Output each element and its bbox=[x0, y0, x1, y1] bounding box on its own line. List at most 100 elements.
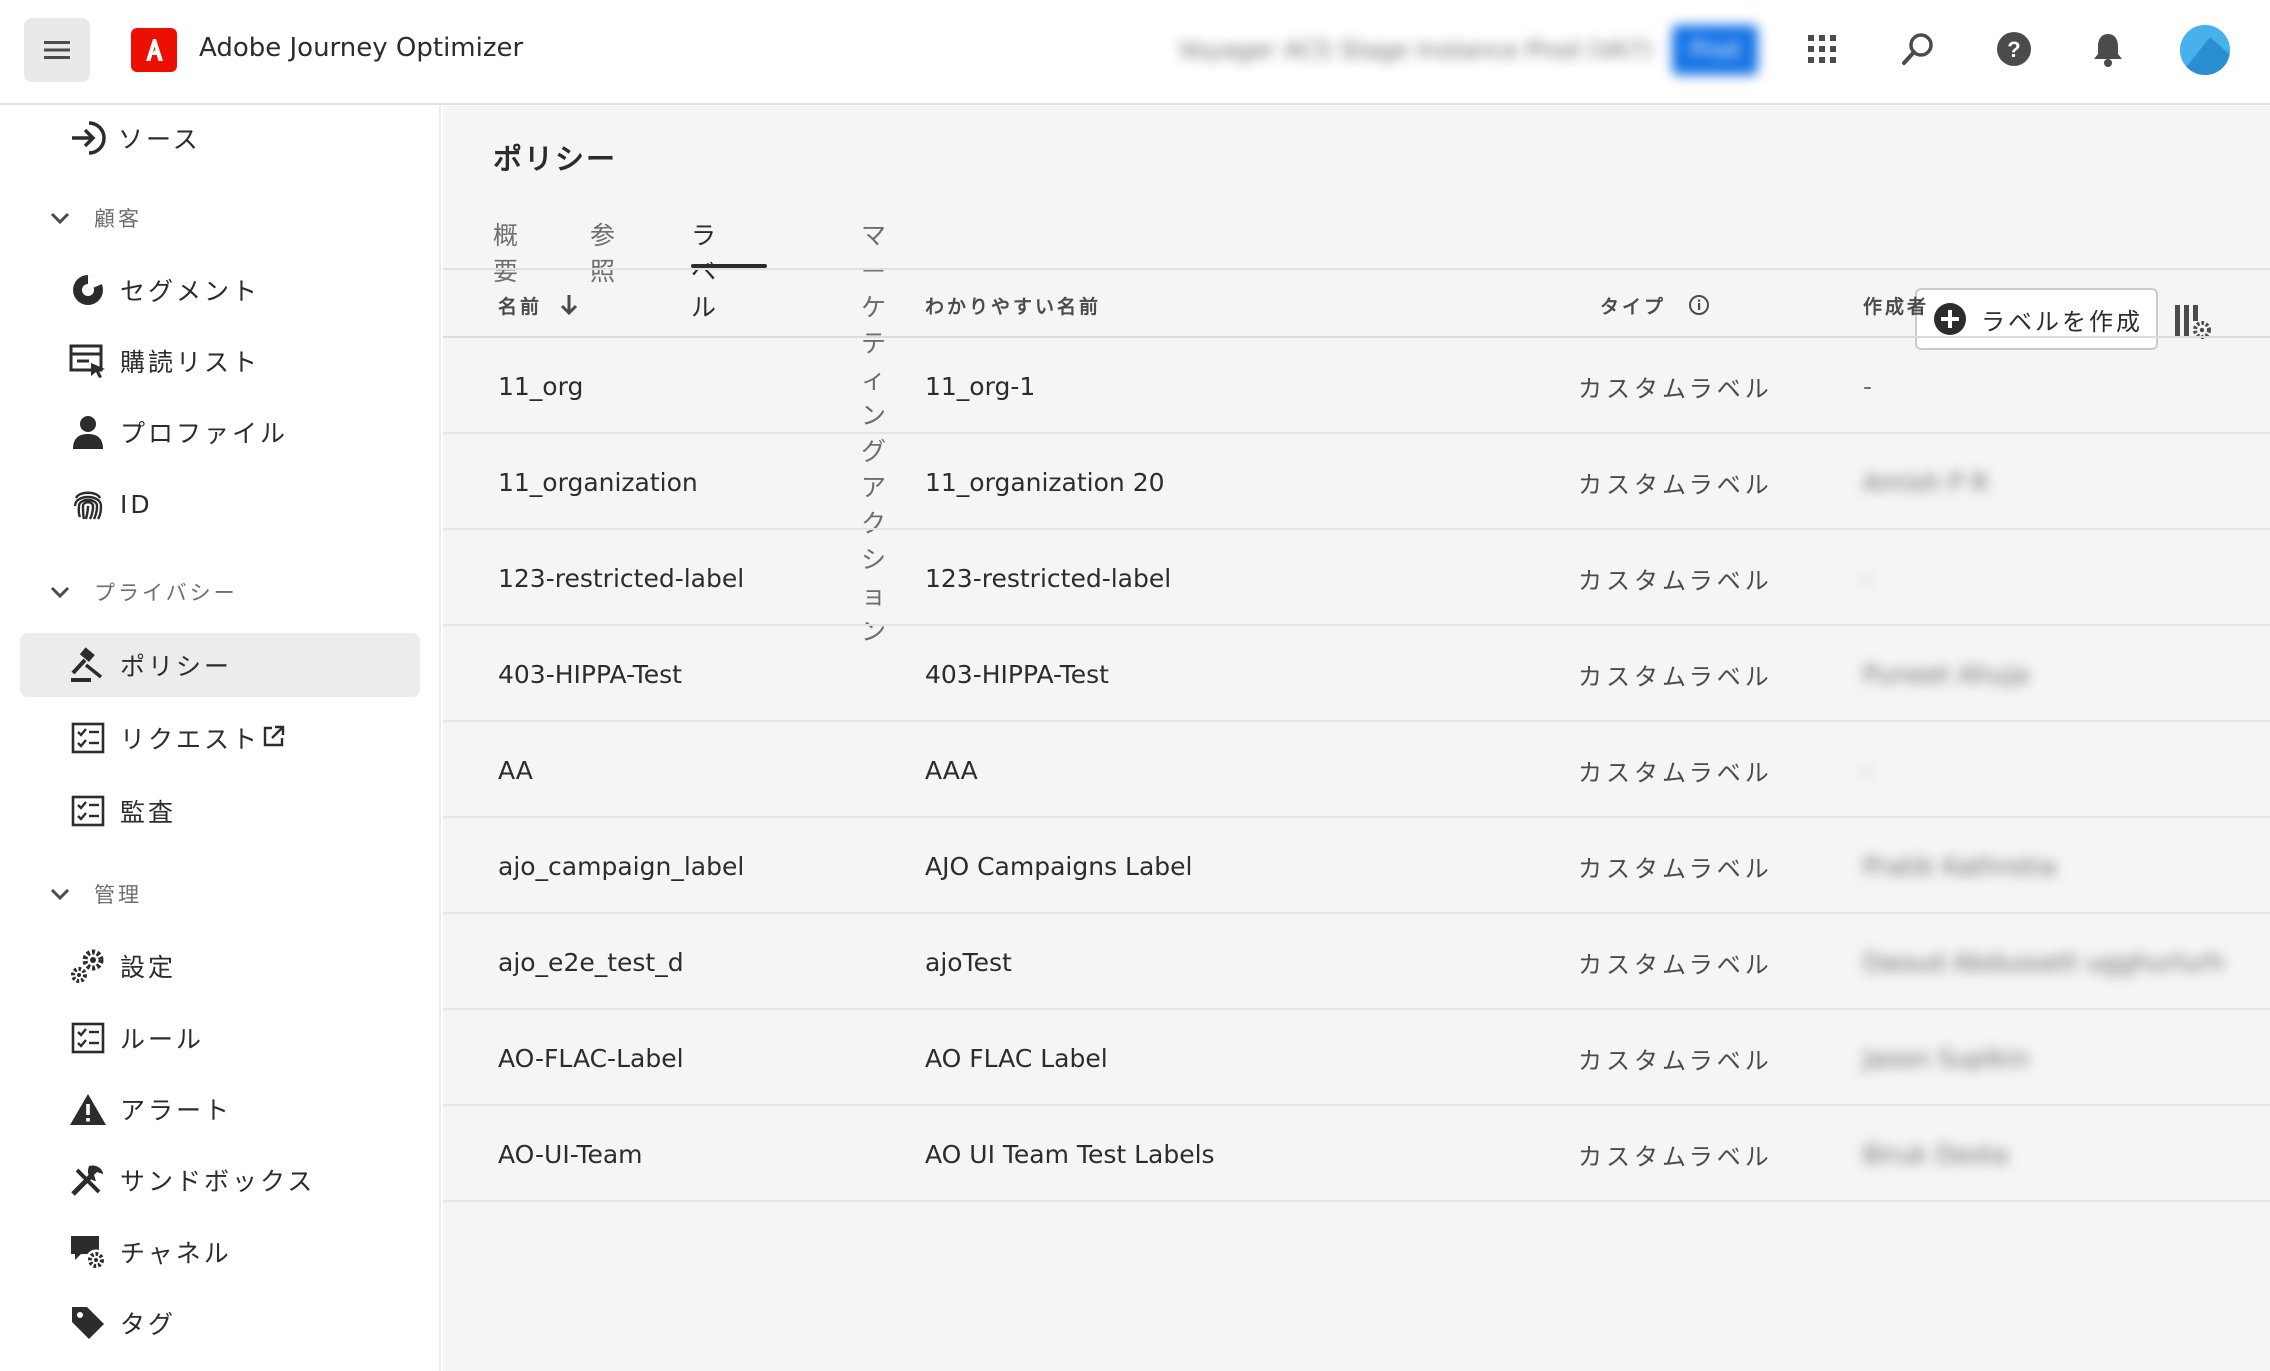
cell-friendly-name: AAA bbox=[925, 755, 978, 785]
cell-name[interactable]: 11_org bbox=[498, 338, 583, 434]
sidebar-item-subscription-lists[interactable]: 購読リスト bbox=[20, 329, 420, 393]
alert-icon bbox=[68, 1089, 108, 1129]
cell-created-by: Puneet Ahuja bbox=[1863, 659, 2029, 689]
sidebar-item-requests[interactable]: リクエスト bbox=[20, 706, 420, 770]
external-link-icon bbox=[262, 724, 286, 752]
sidebar-item-label: ポリシー bbox=[120, 652, 233, 681]
sort-arrow-down-icon bbox=[560, 295, 578, 316]
table-row[interactable]: AA AAA カスタムラベル - bbox=[443, 722, 2270, 818]
top-bar: Adobe Journey Optimizer Voyager ACS Stag… bbox=[0, 0, 2270, 105]
column-header-friendly-name[interactable]: わかりやすい名前 bbox=[925, 286, 1101, 324]
cell-name[interactable]: 11_organization bbox=[498, 434, 698, 530]
sidebar-item-label: リクエスト bbox=[120, 725, 261, 754]
table-row[interactable]: 11_organization 11_organization 20 カスタムラ… bbox=[443, 434, 2270, 530]
apps-grid-icon[interactable] bbox=[1798, 25, 1846, 73]
table-row[interactable]: 403-HIPPA-Test 403-HIPPA-Test カスタムラベル Pu… bbox=[443, 626, 2270, 722]
table-row[interactable]: ajo_e2e_test_d ajoTest カスタムラベル Daoud Abd… bbox=[443, 914, 2270, 1010]
menu-icon[interactable] bbox=[24, 18, 90, 82]
cell-created-by: Daoud Abdussett ugghurlurh bbox=[1863, 947, 2225, 977]
channel-settings-icon bbox=[68, 1232, 108, 1272]
help-icon[interactable]: ? bbox=[1990, 25, 2038, 73]
user-icon bbox=[68, 412, 108, 452]
sidebar-item-label: 購読リスト bbox=[120, 348, 261, 377]
cell-name[interactable]: AA bbox=[498, 722, 533, 818]
sidebar-item-channels[interactable]: チャネル bbox=[20, 1220, 420, 1284]
sidebar-item-label: ルール bbox=[120, 1025, 205, 1054]
sidebar-section-privacy[interactable]: プライバシー bbox=[50, 572, 238, 612]
source-arrow-icon bbox=[68, 118, 108, 158]
cell-friendly-name: 11_org-1 bbox=[925, 371, 1036, 401]
tab-overview[interactable]: 概要 bbox=[493, 216, 522, 286]
sidebar: ソース 顧客 セグメント 購読リスト プロファイル ID プライバシー ポリシー… bbox=[0, 106, 441, 1371]
sandbox-name[interactable]: Voyager ACS Stage Instance bbox=[1178, 36, 1518, 64]
cell-name[interactable]: 403-HIPPA-Test bbox=[498, 626, 682, 722]
search-icon[interactable] bbox=[1894, 25, 1942, 73]
sidebar-item-tags[interactable]: タグ bbox=[20, 1291, 420, 1355]
column-header-label: 名前 bbox=[498, 295, 543, 318]
main-content: ポリシー 概要 参照 ラベル マーケティングアクション ラベルを作成 名前 わか… bbox=[443, 106, 2270, 1371]
chevron-down-icon bbox=[50, 206, 74, 230]
tab-browse[interactable]: 参照 bbox=[590, 216, 619, 286]
cell-created-by: - bbox=[1863, 563, 1873, 593]
cell-type: カスタムラベル bbox=[1578, 662, 1773, 691]
fingerprint-icon bbox=[68, 484, 108, 524]
table-row[interactable]: AO-FLAC-Label AO FLAC Label カスタムラベル Jaso… bbox=[443, 1010, 2270, 1106]
sidebar-item-settings[interactable]: 設定 bbox=[20, 934, 420, 998]
svg-text:?: ? bbox=[2007, 37, 2020, 62]
cell-friendly-name: ajoTest bbox=[925, 947, 1012, 977]
sidebar-item-label: チャネル bbox=[120, 1239, 232, 1268]
table-row[interactable]: 11_org 11_org-1 カスタムラベル - bbox=[443, 338, 2270, 434]
cell-created-by: Amish P R bbox=[1863, 467, 1989, 497]
adobe-logo[interactable] bbox=[131, 28, 177, 72]
info-icon[interactable] bbox=[1688, 294, 1710, 316]
column-settings-icon[interactable] bbox=[2173, 301, 2213, 341]
cell-friendly-name: AO UI Team Test Labels bbox=[925, 1139, 1215, 1169]
notifications-bell-icon[interactable] bbox=[2084, 25, 2132, 73]
cell-created-by: Pratik Kathrotia bbox=[1863, 851, 2057, 881]
page-title: ポリシー bbox=[493, 142, 618, 176]
cell-friendly-name: AJO Campaigns Label bbox=[925, 851, 1193, 881]
sidebar-item-label: プロファイル bbox=[120, 419, 289, 448]
table-row[interactable]: AO-UI-Team AO UI Team Test Labels カスタムラベ… bbox=[443, 1106, 2270, 1202]
table-row[interactable]: ajo_campaign_label AJO Campaigns Label カ… bbox=[443, 818, 2270, 914]
column-header-label: タイプ bbox=[1600, 295, 1667, 318]
cell-friendly-name: 403-HIPPA-Test bbox=[925, 659, 1109, 689]
cell-name[interactable]: AO-UI-Team bbox=[498, 1106, 643, 1202]
sidebar-item-alerts[interactable]: アラート bbox=[20, 1077, 420, 1141]
user-avatar[interactable] bbox=[2180, 25, 2230, 75]
sidebar-item-sources[interactable]: ソース bbox=[20, 106, 420, 170]
sidebar-item-policies[interactable]: ポリシー bbox=[20, 633, 420, 697]
cell-friendly-name: 123-restricted-label bbox=[925, 563, 1172, 593]
cell-name[interactable]: 123-restricted-label bbox=[498, 530, 744, 626]
tab-marketing-actions[interactable]: マーケティングアクション bbox=[861, 216, 890, 646]
gavel-icon bbox=[68, 645, 108, 685]
cell-created-by: - bbox=[1863, 755, 1873, 785]
table-row[interactable]: 123-restricted-label 123-restricted-labe… bbox=[443, 530, 2270, 626]
cell-name[interactable]: ajo_campaign_label bbox=[498, 818, 744, 914]
subscription-list-icon bbox=[68, 341, 108, 381]
sidebar-section-admin[interactable]: 管理 bbox=[50, 874, 142, 914]
sidebar-item-sandboxes[interactable]: サンドボックス bbox=[20, 1148, 420, 1212]
tools-icon bbox=[68, 1160, 108, 1200]
cell-created-by: Biruk Desta bbox=[1863, 1139, 2009, 1169]
sidebar-item-identities[interactable]: ID bbox=[20, 472, 420, 536]
sidebar-item-rules[interactable]: ルール bbox=[20, 1006, 420, 1070]
cell-name[interactable]: AO-FLAC-Label bbox=[498, 1010, 684, 1106]
cell-type: カスタムラベル bbox=[1578, 374, 1773, 403]
cell-friendly-name: AO FLAC Label bbox=[925, 1043, 1108, 1073]
column-header-type[interactable]: タイプ bbox=[1600, 286, 1710, 324]
cell-created-by: Jason Suplkin bbox=[1863, 1043, 2030, 1073]
section-label: 管理 bbox=[94, 883, 142, 907]
cell-name[interactable]: ajo_e2e_test_d bbox=[498, 914, 684, 1010]
column-header-created-by[interactable]: 作成者 bbox=[1863, 286, 1929, 324]
sidebar-item-label: タグ bbox=[120, 1310, 177, 1339]
environment-badge[interactable]: Prod bbox=[1672, 25, 1758, 75]
sidebar-section-customer[interactable]: 顧客 bbox=[50, 198, 142, 238]
sidebar-item-segments[interactable]: セグメント bbox=[20, 258, 420, 322]
cell-type: カスタムラベル bbox=[1578, 854, 1773, 883]
column-header-name[interactable]: 名前 bbox=[498, 286, 578, 324]
sidebar-item-label: ソース bbox=[118, 125, 201, 154]
sidebar-item-audits[interactable]: 監査 bbox=[20, 779, 420, 843]
sidebar-item-profiles[interactable]: プロファイル bbox=[20, 400, 420, 464]
chevron-down-icon bbox=[50, 580, 74, 604]
